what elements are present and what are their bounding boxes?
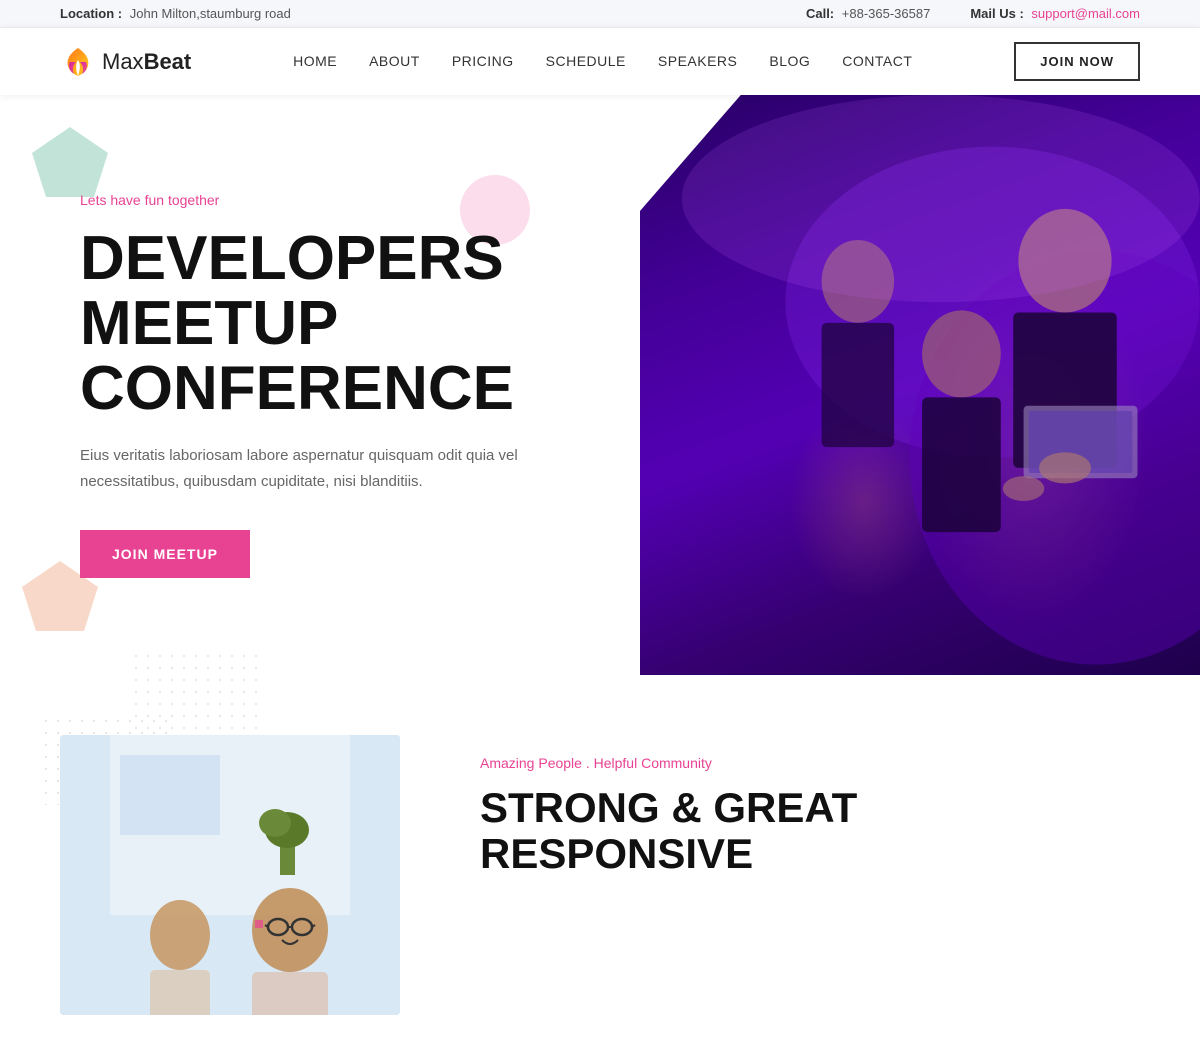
mail-value: support@mail.com bbox=[1031, 6, 1140, 21]
call-label: Call: bbox=[806, 6, 834, 21]
about-section: Amazing People . Helpful Community STRON… bbox=[0, 675, 1200, 1055]
nav-item-schedule[interactable]: SCHEDULE bbox=[546, 53, 626, 71]
hero-image bbox=[640, 95, 1200, 675]
navbar: MaxBeat HOME ABOUT PRICING SCHEDULE SPEA… bbox=[0, 28, 1200, 95]
nav-menu: HOME ABOUT PRICING SCHEDULE SPEAKERS BLO… bbox=[293, 53, 912, 71]
about-image-box bbox=[60, 735, 400, 1015]
about-photo bbox=[60, 735, 400, 1015]
hero-title-line2: CONFERENCE bbox=[80, 354, 514, 423]
nav-item-about[interactable]: ABOUT bbox=[369, 53, 420, 71]
top-bar: Location : John Milton,staumburg road Ca… bbox=[0, 0, 1200, 28]
about-photo-overlay bbox=[60, 735, 400, 1015]
nav-item-blog[interactable]: BLOG bbox=[769, 53, 810, 71]
logo-text: MaxBeat bbox=[102, 49, 191, 75]
call-info: Call: +88-365-36587 bbox=[806, 6, 930, 21]
hero-title: DEVELOPERS MEETUP CONFERENCE bbox=[80, 226, 590, 421]
join-meetup-button[interactable]: JOIN MEETUP bbox=[80, 530, 250, 578]
contact-info: Call: +88-365-36587 Mail Us : support@ma… bbox=[806, 6, 1140, 21]
hero-tagline: Lets have fun together bbox=[80, 192, 590, 208]
join-now-button[interactable]: JOIN NOW bbox=[1014, 42, 1140, 81]
hero-section: Lets have fun together DEVELOPERS MEETUP… bbox=[0, 95, 1200, 675]
logo-text-light: Max bbox=[102, 49, 144, 74]
about-content: Amazing People . Helpful Community STRON… bbox=[480, 735, 1140, 877]
hero-people-overlay bbox=[640, 95, 1200, 675]
location-value: John Milton,staumburg road bbox=[130, 6, 291, 21]
mail-info: Mail Us : support@mail.com bbox=[970, 6, 1140, 21]
hero-title-line1: DEVELOPERS MEETUP bbox=[80, 224, 504, 358]
location-info: Location : John Milton,staumburg road bbox=[60, 6, 291, 21]
nav-item-contact[interactable]: CONTACT bbox=[842, 53, 912, 71]
hero-description: Eius veritatis laboriosam labore asperna… bbox=[80, 443, 580, 494]
hero-image-clip bbox=[640, 95, 1200, 675]
about-tagline: Amazing People . Helpful Community bbox=[480, 755, 1140, 771]
about-title-line1: STRONG & GREAT bbox=[480, 784, 857, 831]
mail-label: Mail Us : bbox=[970, 6, 1023, 21]
about-title: STRONG & GREAT RESPONSIVE bbox=[480, 785, 1140, 877]
nav-item-speakers[interactable]: SPEAKERS bbox=[658, 53, 737, 71]
logo-icon bbox=[60, 44, 96, 80]
hero-content: Lets have fun together DEVELOPERS MEETUP… bbox=[0, 132, 650, 638]
nav-item-home[interactable]: HOME bbox=[293, 53, 337, 71]
about-image-container bbox=[60, 735, 400, 1015]
location-label: Location : bbox=[60, 6, 122, 21]
logo[interactable]: MaxBeat bbox=[60, 44, 191, 80]
nav-item-pricing[interactable]: PRICING bbox=[452, 53, 514, 71]
call-value: +88-365-36587 bbox=[842, 6, 931, 21]
logo-text-bold: Beat bbox=[144, 49, 192, 74]
about-title-line2: RESPONSIVE bbox=[480, 830, 753, 877]
